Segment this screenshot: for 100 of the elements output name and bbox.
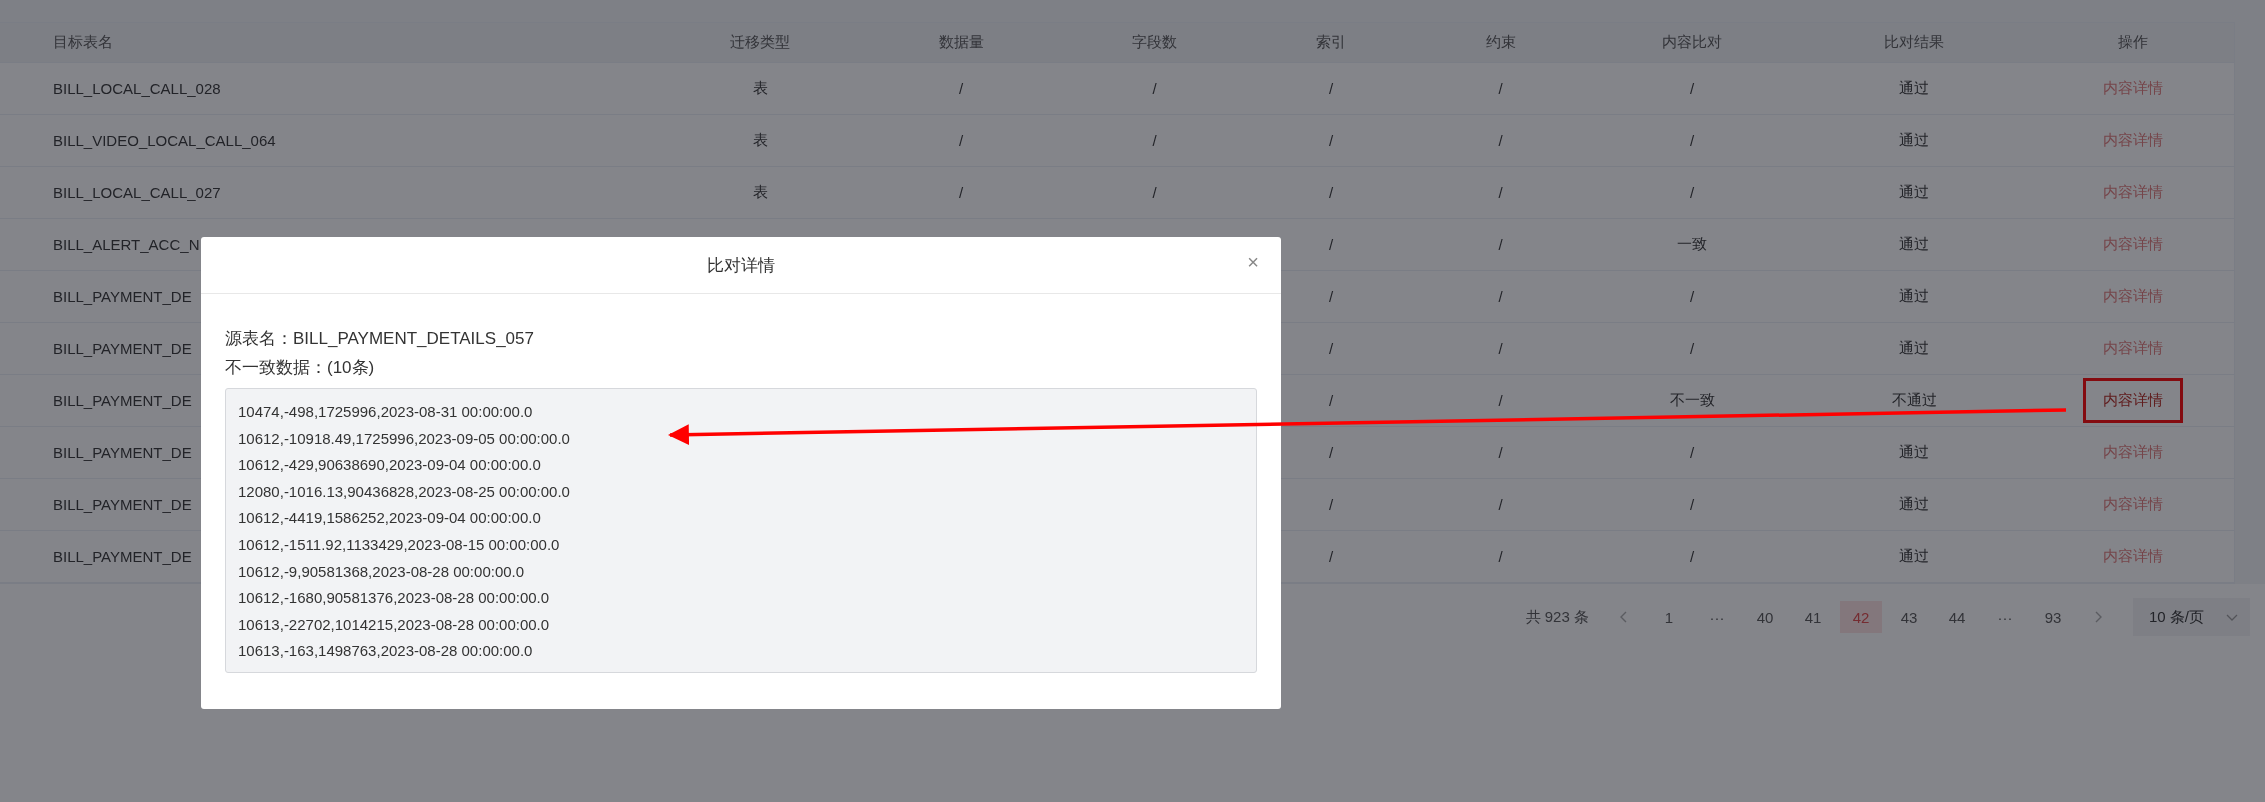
table-cell: / [1328,496,1334,513]
column-header: 内容比对 [1662,33,1722,52]
table-cell: / [958,184,964,201]
table-cell: / [1689,444,1695,461]
mismatch-count-label: 不一致数据：(10条) [225,357,376,379]
page-number[interactable]: 1 [1647,601,1690,633]
table-cell: 不通过 [1891,391,1937,410]
table-cell: BILL_LOCAL_CALL_028 [53,80,221,97]
table-cell: / [1689,184,1695,201]
column-header: 迁移类型 [730,33,790,52]
table-cell: BILL_ALERT_ACC_N [53,236,200,253]
table-cell: BILL_PAYMENT_DE [53,392,192,409]
table-cell: / [1498,80,1503,97]
page-number[interactable]: 40 [1743,601,1786,633]
table-cell: 通过 [1899,339,1929,358]
table-cell: / [1328,548,1334,565]
record-line: 10612,-1511.92,1133429,2023-08-15 00:00:00.0 [238,534,561,555]
table-cell: / [958,132,964,149]
table-cell: / [1328,132,1334,149]
column-header: 数据量 [938,33,984,52]
page-number[interactable]: 93 [2031,601,2074,633]
detail-link[interactable]: 内容详情 [2102,547,2163,566]
table-cell: / [1689,132,1695,149]
table-cell: / [1498,184,1503,201]
record-line: 10612,-429,90638690,2023-09-04 00:00:00.0 [238,455,542,476]
close-button[interactable]: × [1247,251,1259,274]
table-cell: / [1498,132,1503,149]
table-cell: / [1328,288,1334,305]
record-line: 10612,-1680,90581376,2023-08-28 00:00:00.0 [238,588,551,609]
table-cell: BILL_PAYMENT_DE [53,288,192,305]
table-cell: / [1498,496,1503,513]
table-cell: / [1689,340,1695,357]
table-cell: 通过 [1899,495,1929,514]
column-header: 约束 [1485,33,1516,52]
page-number[interactable]: 41 [1791,601,1834,633]
page-number[interactable]: 44 [1935,601,1978,633]
record-line: 10612,-10918.49,1725996,2023-09-05 00:00:00.0 [238,428,571,449]
table-cell: / [1498,340,1503,357]
table-cell: BILL_VIDEO_LOCAL_CALL_064 [53,132,276,149]
detail-link[interactable]: 内容详情 [2102,235,2163,254]
detail-link[interactable]: 内容详情 [2102,287,2163,306]
detail-link[interactable]: 内容详情 [2102,183,2163,202]
detail-link[interactable]: 内容详情 [2102,131,2163,150]
column-header: 操作 [2117,33,2148,52]
table-cell: / [958,80,964,97]
column-header: 比对结果 [1884,33,1944,52]
page-number[interactable]: ··· [1983,601,2026,633]
table-cell: 通过 [1899,235,1929,254]
record-line: 12080,-1016.13,90436828,2023-08-25 00:00:00.0 [238,481,571,502]
source-table-label: 源表名：BILL_PAYMENT_DETAILS_057 [225,328,535,350]
detail-link[interactable]: 内容详情 [2102,391,2163,408]
detail-link[interactable]: 内容详情 [2102,79,2163,98]
page-number[interactable]: ··· [1695,601,1738,633]
table-cell: 通过 [1899,79,1929,98]
table-cell: 通过 [1899,183,1929,202]
table-cell: / [1689,288,1695,305]
table-cell: 不一致 [1669,391,1715,410]
table-cell: / [1152,80,1157,97]
column-header: 目标表名 [53,33,113,52]
table-cell: / [1689,548,1695,565]
table-cell: / [1689,80,1695,97]
table-cell: / [1328,444,1334,461]
table-cell: 通过 [1899,547,1929,566]
column-header: 索引 [1316,33,1346,52]
table-cell: / [1498,236,1503,253]
table-cell: / [1328,80,1334,97]
table-cell: 一致 [1677,235,1707,254]
detail-link[interactable]: 内容详情 [2102,495,2163,514]
table-cell: / [1328,340,1334,357]
table-cell: / [1498,444,1503,461]
table-cell: 表 [752,183,768,202]
detail-link[interactable]: 内容详情 [2102,339,2163,358]
table-cell: / [1328,392,1334,409]
table-cell: BILL_PAYMENT_DE [53,548,192,565]
dialog-title: 比对详情 [707,254,775,277]
table-cell: / [1498,548,1503,565]
record-line: 10613,-163,1498763,2023-08-28 00:00:00.0 [238,641,534,662]
table-cell: 通过 [1899,443,1929,462]
page-number[interactable]: 42 [1839,601,1882,633]
table-cell: BILL_PAYMENT_DE [53,496,192,513]
table-cell: BILL_PAYMENT_DE [53,444,192,461]
table-cell: / [1498,288,1503,305]
detail-link[interactable]: 内容详情 [2102,443,2163,462]
record-line: 10613,-22702,1014215,2023-08-28 00:00:00.0 [238,614,551,635]
page-number[interactable]: 43 [1887,601,1930,633]
table-cell: 表 [752,79,768,98]
table-cell: 通过 [1899,287,1929,306]
record-line: 10612,-4419,1586252,2023-09-04 00:00:00.0 [238,508,542,529]
record-line: 10474,-498,1725996,2023-08-31 00:00:00.0 [238,402,534,422]
table-cell: / [1328,184,1334,201]
table-cell: BILL_PAYMENT_DE [53,340,192,357]
table-cell: 表 [752,131,768,150]
record-line: 10612,-9,90581368,2023-08-28 00:00:00.0 [238,561,526,582]
total-count: 共 923 条 [1525,607,1589,627]
table-cell: / [1152,132,1157,149]
table-cell: / [1152,184,1157,201]
table-cell: / [1328,236,1334,253]
page-size-select[interactable]: 10 条/页 [2132,598,2250,636]
table-cell: BILL_LOCAL_CALL_027 [53,184,221,201]
table-cell: / [1498,392,1503,409]
